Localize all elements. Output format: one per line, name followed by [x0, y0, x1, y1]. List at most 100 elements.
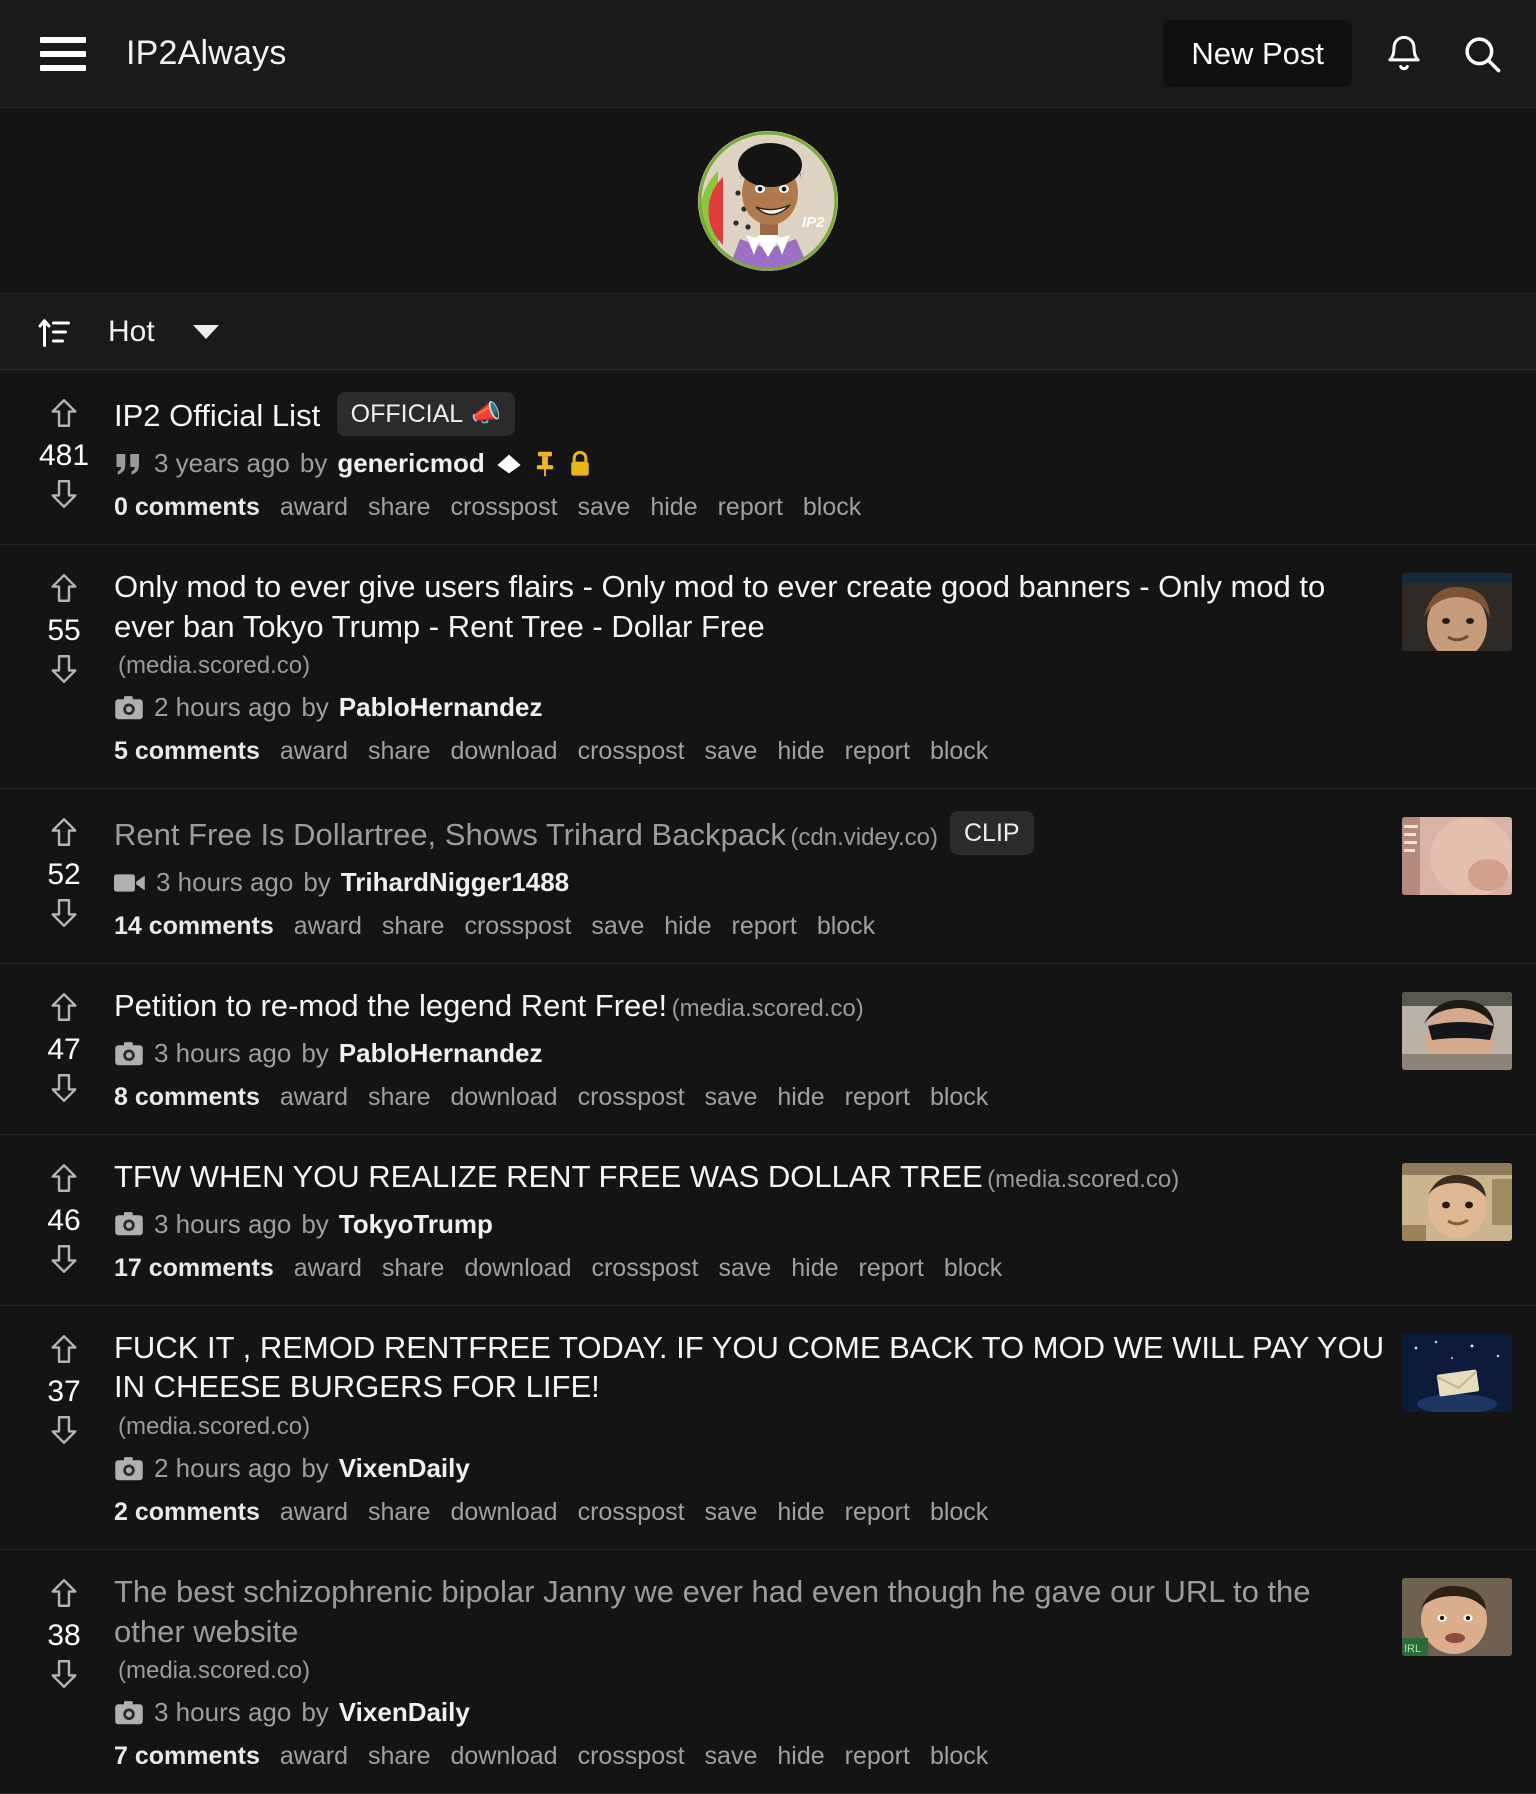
post-action-block[interactable]: block — [930, 1498, 988, 1527]
community-avatar[interactable]: IP2 — [698, 130, 838, 271]
post-thumbnail[interactable] — [1402, 1163, 1512, 1242]
post-action-save[interactable]: save — [591, 912, 644, 941]
post-action-crosspost[interactable]: crosspost — [464, 912, 571, 941]
post-item[interactable]: 55 Only mod to ever give users flairs - … — [0, 545, 1536, 790]
post-action-download[interactable]: download — [451, 1083, 558, 1112]
upvote-arrow-icon[interactable] — [47, 571, 81, 610]
post-action-award[interactable]: award — [280, 1742, 348, 1771]
post-comments-link[interactable]: 17 comments — [114, 1254, 274, 1283]
new-post-button[interactable]: New Post — [1163, 20, 1352, 87]
post-action-crosspost[interactable]: crosspost — [578, 737, 685, 766]
post-item[interactable]: 38 The best schizophrenic bipolar Janny … — [0, 1550, 1536, 1794]
post-author[interactable]: TrihardNigger1488 — [341, 867, 569, 898]
post-action-crosspost[interactable]: crosspost — [578, 1742, 685, 1771]
post-action-save[interactable]: save — [705, 737, 758, 766]
post-action-report[interactable]: report — [859, 1254, 924, 1283]
downvote-arrow-icon[interactable] — [47, 652, 81, 691]
post-action-save[interactable]: save — [578, 493, 631, 522]
post-action-crosspost[interactable]: crosspost — [451, 493, 558, 522]
post-action-award[interactable]: award — [280, 493, 348, 522]
sort-icon[interactable] — [36, 313, 74, 351]
downvote-arrow-icon[interactable] — [47, 896, 81, 935]
hamburger-menu-icon[interactable] — [40, 36, 86, 71]
post-title[interactable]: FUCK IT , REMOD RENTFREE TODAY. IF YOU C… — [114, 1330, 1384, 1405]
post-action-crosspost[interactable]: crosspost — [578, 1083, 685, 1112]
sort-dropdown-label[interactable]: Hot — [108, 315, 155, 349]
upvote-arrow-icon[interactable] — [47, 815, 81, 854]
upvote-arrow-icon[interactable] — [47, 396, 81, 435]
post-action-crosspost[interactable]: crosspost — [578, 1498, 685, 1527]
post-action-save[interactable]: save — [705, 1498, 758, 1527]
post-title[interactable]: Rent Free Is Dollartree, Shows Trihard B… — [114, 817, 786, 852]
post-action-hide[interactable]: hide — [791, 1254, 838, 1283]
post-action-share[interactable]: share — [368, 1498, 431, 1527]
post-action-block[interactable]: block — [930, 1083, 988, 1112]
post-author[interactable]: PabloHernandez — [339, 692, 543, 723]
post-item[interactable]: 481 IP2 Official List OFFICIAL 📣 3 years … — [0, 370, 1536, 545]
post-author[interactable]: PabloHernandez — [339, 1038, 543, 1069]
post-thumbnail[interactable] — [1402, 573, 1512, 651]
post-action-download[interactable]: download — [451, 1742, 558, 1771]
bell-icon[interactable] — [1378, 28, 1430, 80]
post-action-hide[interactable]: hide — [650, 493, 697, 522]
post-comments-link[interactable]: 2 comments — [114, 1498, 260, 1527]
downvote-arrow-icon[interactable] — [47, 1242, 81, 1281]
post-author[interactable]: genericmod — [337, 448, 484, 479]
post-title[interactable]: IP2 Official List — [114, 398, 320, 433]
upvote-arrow-icon[interactable] — [47, 1161, 81, 1200]
post-action-award[interactable]: award — [280, 737, 348, 766]
post-action-download[interactable]: download — [451, 737, 558, 766]
downvote-arrow-icon[interactable] — [47, 477, 81, 516]
post-item[interactable]: 47 Petition to re-mod the legend Rent Fr… — [0, 964, 1536, 1136]
post-title[interactable]: TFW WHEN YOU REALIZE RENT FREE WAS DOLLA… — [114, 1159, 983, 1194]
downvote-arrow-icon[interactable] — [47, 1657, 81, 1696]
post-action-report[interactable]: report — [845, 1083, 910, 1112]
post-action-hide[interactable]: hide — [664, 912, 711, 941]
post-thumbnail[interactable]: IRL — [1402, 1578, 1512, 1657]
post-action-save[interactable]: save — [705, 1083, 758, 1112]
post-action-hide[interactable]: hide — [777, 1498, 824, 1527]
chevron-down-icon[interactable] — [192, 324, 219, 339]
post-action-block[interactable]: block — [930, 1742, 988, 1771]
post-item[interactable]: 52 Rent Free Is Dollartree, Shows Trihar… — [0, 789, 1536, 965]
post-comments-link[interactable]: 7 comments — [114, 1742, 260, 1771]
post-action-share[interactable]: share — [382, 1254, 445, 1283]
post-action-hide[interactable]: hide — [777, 1083, 824, 1112]
post-action-report[interactable]: report — [845, 1498, 910, 1527]
post-thumbnail[interactable] — [1402, 817, 1512, 896]
search-icon[interactable] — [1456, 28, 1508, 80]
post-item[interactable]: 37 FUCK IT , REMOD RENTFREE TODAY. IF YO… — [0, 1305, 1536, 1551]
post-action-block[interactable]: block — [803, 493, 861, 522]
post-action-hide[interactable]: hide — [777, 737, 824, 766]
post-action-block[interactable]: block — [930, 737, 988, 766]
post-action-report[interactable]: report — [732, 912, 797, 941]
post-author[interactable]: VixenDaily — [339, 1697, 470, 1728]
post-action-save[interactable]: save — [718, 1254, 771, 1283]
post-action-download[interactable]: download — [464, 1254, 571, 1283]
post-thumbnail[interactable] — [1402, 992, 1512, 1071]
post-action-block[interactable]: block — [817, 912, 875, 941]
post-action-share[interactable]: share — [368, 493, 431, 522]
post-author[interactable]: TokyoTrump — [339, 1209, 493, 1240]
post-action-report[interactable]: report — [718, 493, 783, 522]
post-author[interactable]: VixenDaily — [339, 1453, 470, 1484]
upvote-arrow-icon[interactable] — [47, 1332, 81, 1371]
post-action-award[interactable]: award — [280, 1498, 348, 1527]
upvote-arrow-icon[interactable] — [47, 990, 81, 1029]
post-comments-link[interactable]: 8 comments — [114, 1083, 260, 1112]
post-action-award[interactable]: award — [294, 912, 362, 941]
post-comments-link[interactable]: 5 comments — [114, 737, 260, 766]
post-action-download[interactable]: download — [451, 1498, 558, 1527]
post-action-share[interactable]: share — [368, 1083, 431, 1112]
post-comments-link[interactable]: 14 comments — [114, 912, 274, 941]
post-action-award[interactable]: award — [294, 1254, 362, 1283]
post-action-save[interactable]: save — [705, 1742, 758, 1771]
upvote-arrow-icon[interactable] — [47, 1576, 81, 1615]
post-action-block[interactable]: block — [944, 1254, 1002, 1283]
post-action-report[interactable]: report — [845, 737, 910, 766]
post-action-share[interactable]: share — [382, 912, 445, 941]
post-action-hide[interactable]: hide — [777, 1742, 824, 1771]
post-title[interactable]: Only mod to ever give users flairs - Onl… — [114, 569, 1325, 644]
post-thumbnail[interactable] — [1402, 1333, 1512, 1412]
post-action-crosspost[interactable]: crosspost — [591, 1254, 698, 1283]
